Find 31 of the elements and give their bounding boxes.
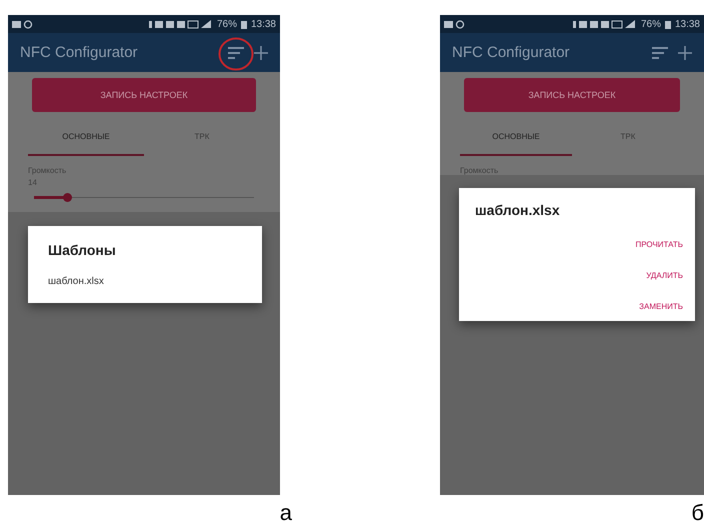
app-title: NFC Configurator	[20, 44, 139, 61]
tab[interactable]: ТРК	[144, 118, 260, 156]
write-settings-button[interactable]: ЗАПИСЬ НАСТРОЕК	[32, 78, 256, 112]
write-settings-button[interactable]: ЗАПИСЬ НАСТРОЕК	[464, 78, 680, 112]
figure-caption: б	[691, 501, 704, 525]
dialog-title: шаблон.xlsx	[475, 202, 560, 218]
menu-icon[interactable]	[228, 46, 244, 58]
dialog-title: Шаблоны	[48, 242, 116, 258]
dialog-action-button[interactable]: ЗАМЕНИТЬ	[639, 302, 683, 311]
tab[interactable]: ОСНОВНЫЕ	[28, 118, 144, 156]
menu-icon[interactable]	[652, 46, 668, 58]
file-list-item[interactable]: шаблон.xlsx	[48, 276, 104, 287]
app-title: NFC Configurator	[452, 44, 571, 61]
dialog-action-button[interactable]: УДАЛИТЬ	[646, 271, 683, 280]
dialog-action-button[interactable]: ПРОЧИТАТЬ	[635, 240, 683, 249]
plus-icon[interactable]	[678, 46, 692, 60]
slider-thumb[interactable]	[63, 193, 72, 202]
battery-icon	[664, 20, 671, 28]
status-icons-drawing	[572, 20, 637, 28]
battery-percent: 76%	[216, 18, 237, 30]
battery-icon	[240, 20, 247, 28]
status-icons-drawing	[12, 20, 34, 28]
tab[interactable]: ТРК	[572, 118, 684, 156]
clock-time: 13:38	[250, 18, 276, 30]
status-icons-drawing	[444, 20, 466, 28]
status-icons-drawing	[148, 20, 213, 28]
tab[interactable]: ОСНОВНЫЕ	[460, 118, 572, 156]
clock-time: 13:38	[674, 18, 700, 30]
battery-percent: 76%	[640, 18, 661, 30]
figure-caption: а	[280, 501, 292, 525]
plus-icon[interactable]	[254, 46, 268, 60]
